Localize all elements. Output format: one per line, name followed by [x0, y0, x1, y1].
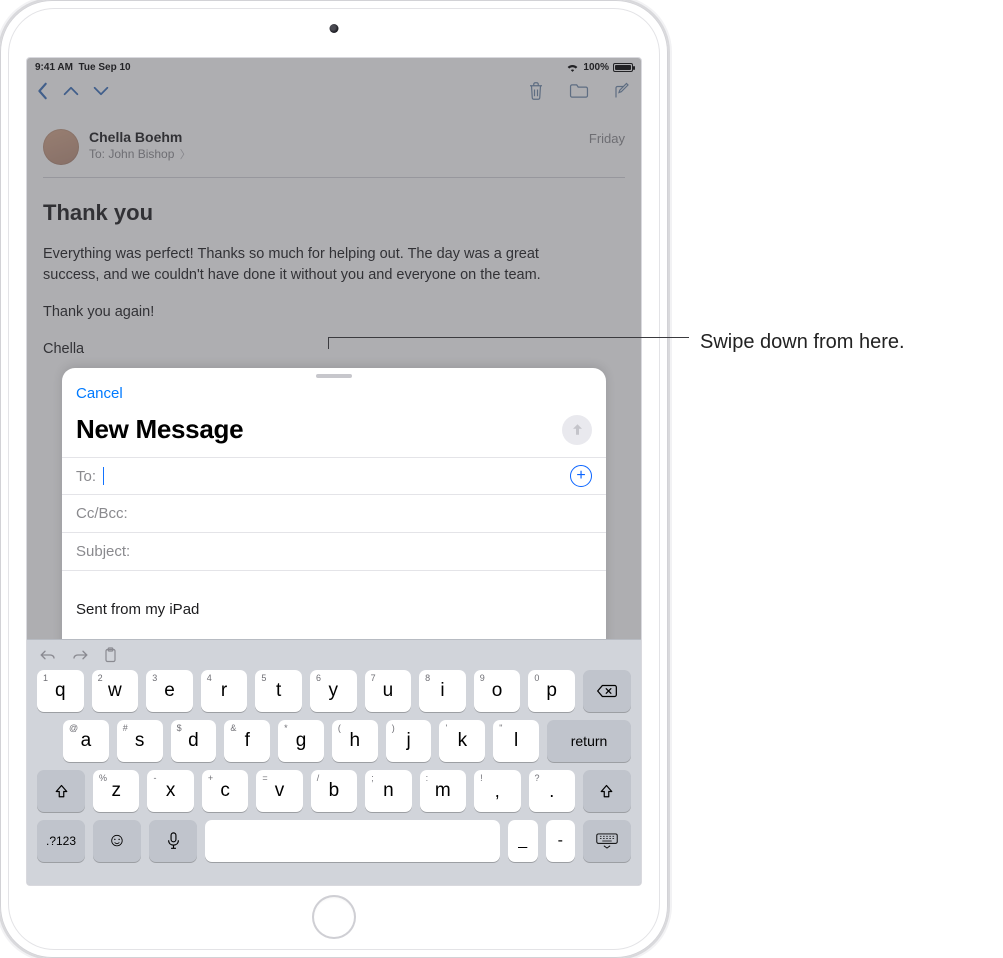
key-p[interactable]: 0p — [528, 670, 575, 712]
mail-subject: Thank you — [43, 200, 625, 226]
to-field[interactable]: To: + — [62, 457, 606, 495]
key-dash[interactable]: - — [546, 820, 576, 862]
emoji-icon: ☺ — [107, 830, 126, 852]
key-i[interactable]: 8i — [419, 670, 466, 712]
send-button[interactable] — [562, 415, 592, 445]
key-return[interactable]: return — [547, 720, 631, 762]
key-shift[interactable] — [37, 770, 85, 812]
add-contact-button[interactable]: + — [570, 465, 592, 487]
key-underscore[interactable]: _ — [508, 820, 538, 862]
cc-bcc-label: Cc/Bcc: — [76, 505, 128, 522]
key-v[interactable]: =v — [256, 770, 302, 812]
battery-percent-label: 100% — [583, 62, 609, 73]
keyboard-accessory-bar — [27, 640, 641, 670]
compose-title: New Message — [76, 414, 243, 445]
key-u[interactable]: 7u — [365, 670, 412, 712]
compose-signature: Sent from my iPad — [76, 601, 592, 618]
keyboard-dismiss-icon — [596, 833, 618, 849]
key-dismiss-keyboard[interactable] — [583, 820, 631, 862]
to-label: To: — [76, 468, 96, 485]
navbar — [27, 76, 641, 111]
callout-label: Swipe down from here. — [700, 331, 905, 354]
wifi-icon — [566, 62, 579, 72]
key-dictation[interactable] — [149, 820, 197, 862]
key-k[interactable]: 'k — [439, 720, 485, 762]
key-t[interactable]: 5t — [255, 670, 302, 712]
key-emoji[interactable]: ☺ — [93, 820, 141, 862]
mail-paragraph: Thank you again! — [43, 302, 563, 323]
from-name[interactable]: Chella Boehm — [89, 129, 589, 145]
subject-label: Subject: — [76, 543, 130, 560]
redo-icon[interactable] — [71, 648, 89, 662]
key-exclaim[interactable]: !, — [474, 770, 520, 812]
mail-content: Chella Boehm To: John Bishop 〉 Friday Th… — [27, 111, 641, 360]
sheet-grabber[interactable] — [316, 374, 352, 378]
screen: 9:41 AM Tue Sep 10 100% — [26, 57, 642, 886]
key-backspace[interactable] — [583, 670, 631, 712]
key-r[interactable]: 4r — [201, 670, 248, 712]
compose-body[interactable]: Sent from my iPad — [62, 571, 606, 618]
text-cursor — [103, 467, 104, 485]
mail-date: Friday — [589, 129, 625, 146]
key-e[interactable]: 3e — [146, 670, 193, 712]
key-d[interactable]: $d — [171, 720, 217, 762]
mail-body-text: Everything was perfect! Thanks so much f… — [43, 244, 563, 360]
key-shift[interactable] — [583, 770, 631, 812]
next-icon[interactable] — [93, 85, 109, 97]
back-icon[interactable] — [37, 82, 49, 100]
key-f[interactable]: &f — [224, 720, 270, 762]
key-c[interactable]: +c — [202, 770, 248, 812]
key-s[interactable]: #s — [117, 720, 163, 762]
battery-icon — [613, 63, 633, 72]
home-button[interactable] — [312, 895, 356, 939]
key-n[interactable]: ;n — [365, 770, 411, 812]
key-symbols[interactable]: .?123 — [37, 820, 85, 862]
key-x[interactable]: -x — [147, 770, 193, 812]
callout-line — [329, 337, 689, 338]
key-y[interactable]: 6y — [310, 670, 357, 712]
microphone-icon — [167, 832, 180, 850]
previous-icon[interactable] — [63, 85, 79, 97]
front-camera — [330, 24, 339, 33]
key-h[interactable]: (h — [332, 720, 378, 762]
mail-header: Chella Boehm To: John Bishop 〉 Friday — [43, 121, 625, 178]
keyboard: 1q2w3e4r5t6y7u8i9o0p @a#s$d&f*g(h)j'k"lr… — [27, 639, 641, 885]
subject-field[interactable]: Subject: — [62, 533, 606, 571]
key-a[interactable]: @a — [63, 720, 109, 762]
shift-icon — [54, 784, 69, 799]
paste-icon[interactable] — [103, 647, 118, 664]
to-line[interactable]: To: John Bishop 〉 — [89, 146, 589, 162]
key-w[interactable]: 2w — [92, 670, 139, 712]
compose-icon[interactable] — [613, 82, 631, 100]
cc-bcc-field[interactable]: Cc/Bcc: — [62, 495, 606, 533]
ipad-frame: 9:41 AM Tue Sep 10 100% — [0, 0, 668, 958]
status-time: 9:41 AM Tue Sep 10 — [35, 62, 131, 73]
mail-paragraph: Everything was perfect! Thanks so much f… — [43, 244, 563, 286]
key-q[interactable]: 1q — [37, 670, 84, 712]
backspace-icon — [596, 684, 618, 698]
mail-signature: Chella — [43, 339, 563, 360]
key-question[interactable]: ?. — [529, 770, 575, 812]
cancel-button[interactable]: Cancel — [76, 385, 123, 402]
chevron-right-icon: 〉 — [180, 149, 191, 161]
key-j[interactable]: )j — [386, 720, 432, 762]
arrow-up-icon — [570, 422, 585, 437]
key-m[interactable]: :m — [420, 770, 466, 812]
folder-icon[interactable] — [569, 83, 589, 99]
key-b[interactable]: /b — [311, 770, 357, 812]
trash-icon[interactable] — [527, 81, 545, 101]
key-g[interactable]: *g — [278, 720, 324, 762]
key-l[interactable]: "l — [493, 720, 539, 762]
status-right: 100% — [566, 62, 633, 73]
key-z[interactable]: %z — [93, 770, 139, 812]
key-o[interactable]: 9o — [474, 670, 521, 712]
status-bar: 9:41 AM Tue Sep 10 100% — [27, 58, 641, 76]
shift-icon — [599, 784, 614, 799]
avatar[interactable] — [43, 129, 79, 165]
compose-sheet: Cancel New Message To: + Cc/Bcc: — [62, 368, 606, 680]
key-space[interactable] — [205, 820, 500, 862]
undo-icon[interactable] — [39, 648, 57, 662]
